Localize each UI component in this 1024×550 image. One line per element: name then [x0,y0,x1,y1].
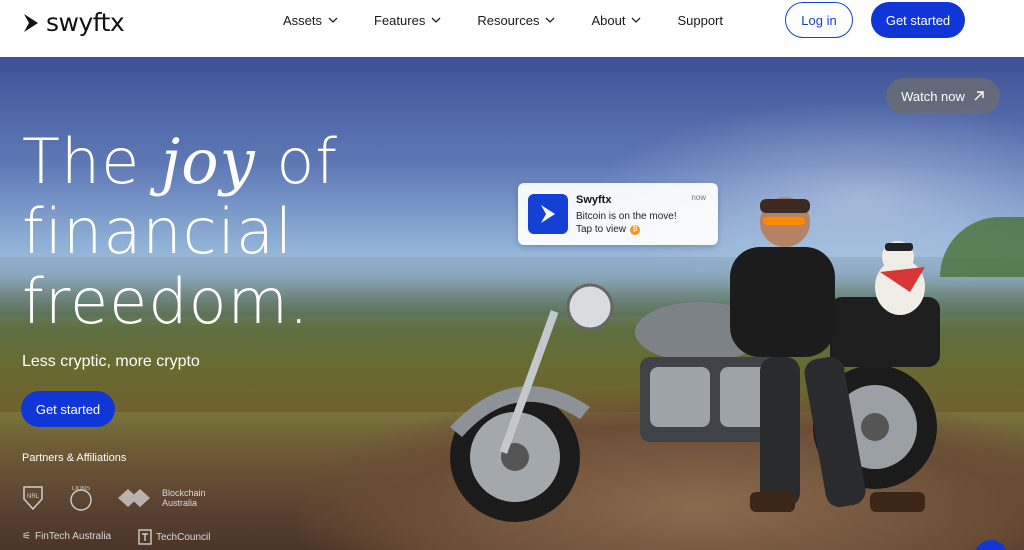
lions-crest-icon: LIONS [70,486,92,511]
arrow-up-right-icon [974,91,984,101]
swyftx-app-icon [528,194,568,234]
partner-nrl-logo: NRL [22,485,44,511]
nrl-shield-icon: NRL [23,486,43,511]
bitcoin-icon: ₿ [630,224,641,235]
headline-line2: financial [22,195,294,268]
push-notification-card[interactable]: Swyftx now Bitcoin is on the move! Tap t… [518,183,718,245]
techcouncil-mark-icon [138,529,152,545]
nav-resources[interactable]: Resources [477,13,555,28]
nav-assets[interactable]: Assets [283,13,338,28]
notification-line1: Bitcoin is on the move! [576,211,677,222]
hero-section: Watch now The joy of financial freedom. … [0,57,1024,550]
notification-line2-row: Tap to view ₿ [576,224,641,235]
chevron-down-icon [631,17,641,23]
svg-text:NRL: NRL [27,494,40,500]
headline-the: The [22,125,141,198]
watch-now-label: Watch now [901,88,965,104]
hero-headline: The joy of financial freedom. [22,127,338,337]
blockchain-diamond-icon [118,489,150,507]
notification-app-name: Swyftx [576,194,612,206]
partners-title: Partners & Affiliations [22,452,127,464]
nav-support-label: Support [677,12,723,28]
partner-fintech-label: FinTech Australia [34,531,112,542]
main-menu: Assets Features Resources About Support [283,0,723,40]
nav-about[interactable]: About [591,13,641,28]
svg-text:LIONS: LIONS [72,486,90,492]
partner-fintech-australia-logo: ⚟ FinTech Australia [22,531,111,542]
headline-line3: freedom. [22,265,310,338]
partner-lions-logo: LIONS [68,483,94,513]
brand-name: swyftx [46,8,125,37]
nav-support[interactable]: Support [677,13,723,28]
headline-joy: joy [161,125,256,198]
top-nav: swyftx Assets Features Resources About S… [0,0,1024,57]
notification-line2: Tap to view [576,224,627,235]
get-started-button-hero[interactable]: Get started [21,391,115,427]
chevron-down-icon [431,17,441,23]
hero-subtitle: Less cryptic, more crypto [22,353,200,370]
chevron-down-icon [546,17,555,23]
nav-features[interactable]: Features [374,13,441,28]
brand-logo[interactable]: swyftx [22,8,125,37]
partner-techcouncil-label: TechCouncil [156,531,211,543]
watch-now-button[interactable]: Watch now [886,78,1000,114]
partner-techcouncil-logo: TechCouncil [138,529,210,545]
partner-blockchain-label: Blockchain Australia [162,488,206,508]
login-button[interactable]: Log in [785,2,853,38]
fintech-mark-icon: ⚟ [22,531,31,542]
nav-assets-label: Assets [283,12,323,28]
nav-features-label: Features [374,12,426,28]
get-started-button-nav[interactable]: Get started [871,2,965,38]
chevron-down-icon [328,17,338,23]
partner-blockchain-australia-logo: Blockchain Australia [118,487,212,509]
nav-resources-label: Resources [477,12,540,28]
nav-about-label: About [591,12,626,28]
headline-of: of [276,125,339,198]
swyftx-logo-icon [24,13,38,32]
notification-time: now [691,193,706,202]
